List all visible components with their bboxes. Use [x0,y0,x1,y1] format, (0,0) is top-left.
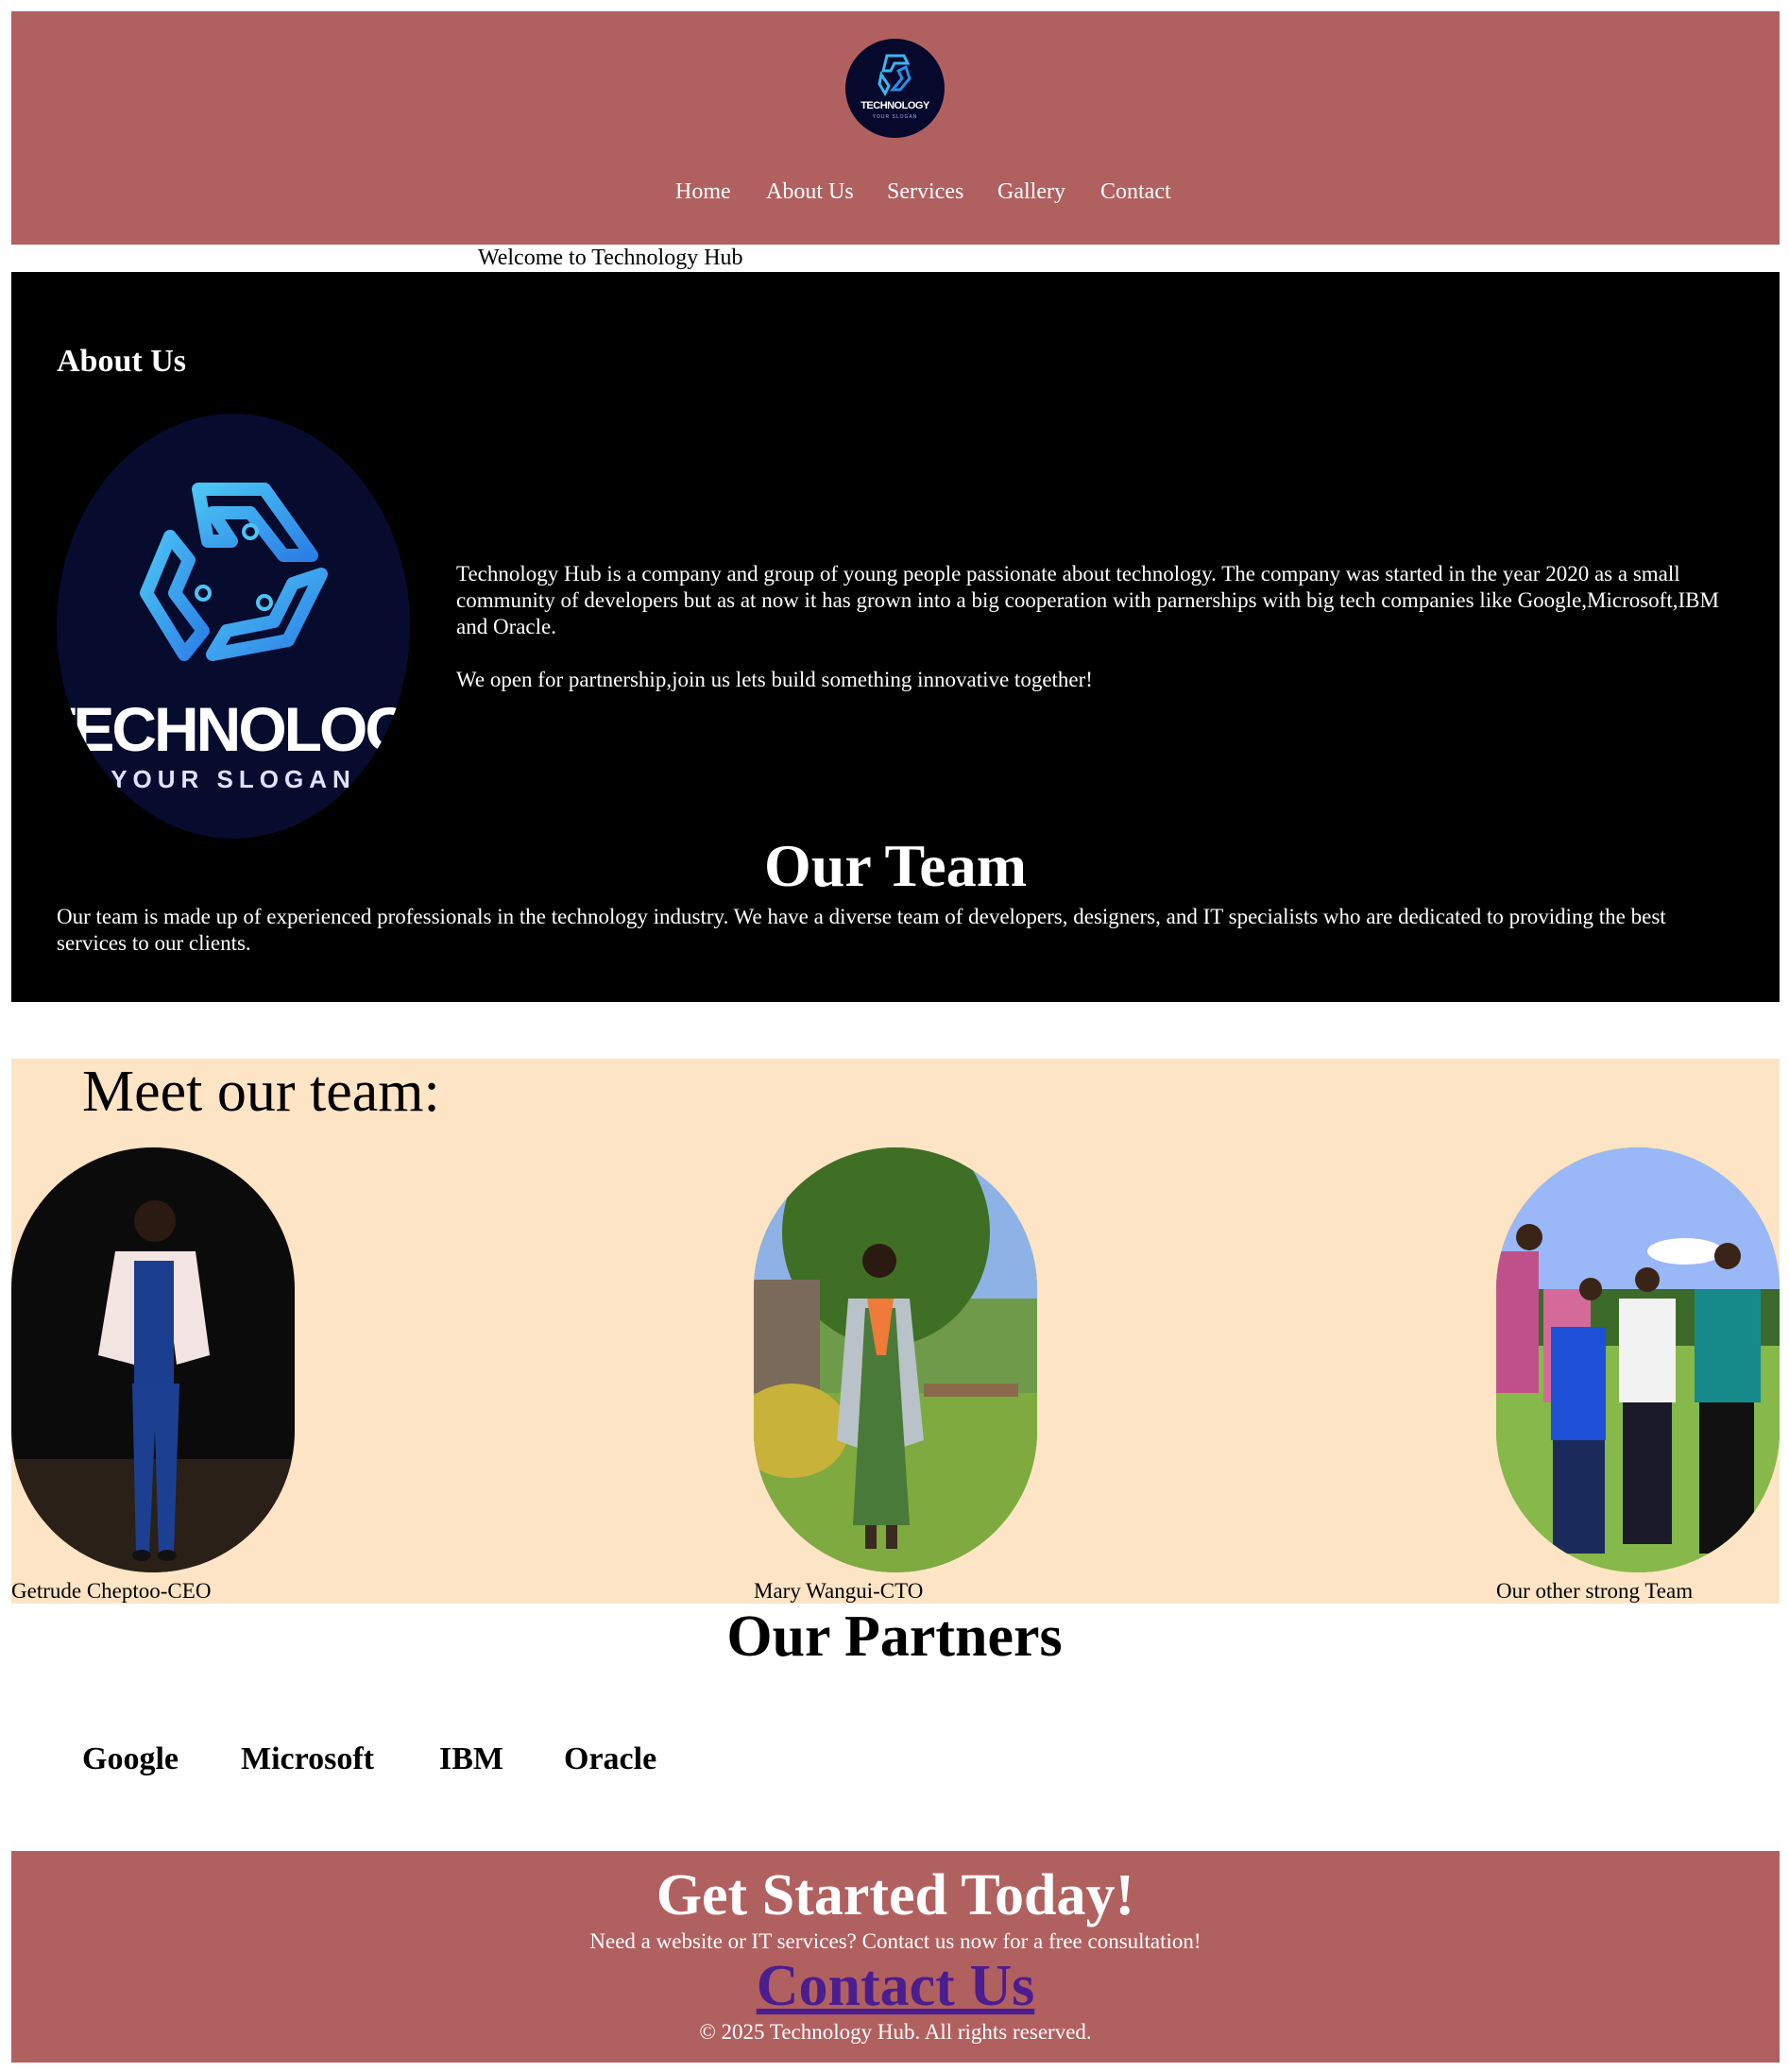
cta-text: Need a website or IT services? Contact u… [589,1929,1201,1953]
logo-brand-text: TECHNOLOGY [860,100,929,111]
team-member-caption: Getrude Cheptoo-CEO [11,1579,212,1603]
copyright-text: © 2025 Technology Hub. All rights reserv… [699,2020,1092,2044]
team-member-caption: Mary Wangui-CTO [754,1579,924,1603]
logo-slogan-text: YOUR SLOGAN [872,114,918,120]
our-team-paragraph: Our team is made up of experienced profe… [57,905,1666,955]
cta-title: Get Started Today! [656,1863,1135,1928]
nav-services[interactable]: Services [887,179,963,205]
nav-home[interactable]: Home [675,179,731,205]
main-nav: Home About Us Services Gallery Contact [11,179,1780,213]
logo-slogan-text: YOUR SLOGAN [111,765,356,793]
meet-team-section: Meet our team: Getrude Cheptoo-CEO Mary … [11,1059,1780,1604]
logo[interactable]: TECHNOLOGY YOUR SLOGAN [845,39,945,138]
technology-logo-icon [877,54,912,97]
team-member-card: Getrude Cheptoo-CEO [11,1147,295,1605]
team-member-card: Our other strong Team [1496,1147,1780,1605]
partners-title: Our Partners [726,1605,1063,1669]
team-member-card: Mary Wangui-CTO [754,1147,1037,1605]
meet-team-title: Meet our team: [82,1060,440,1124]
our-team-title: Our Team [764,832,1027,899]
cta-footer: Get Started Today! Need a website or IT … [11,1851,1780,2063]
nav-gallery[interactable]: Gallery [997,179,1065,205]
team-member-photo [1496,1147,1780,1572]
technology-logo-icon [140,483,328,661]
site-header: TECHNOLOGY YOUR SLOGAN Home About Us Ser… [11,11,1780,245]
about-title: About Us [57,344,186,379]
logo-brand-text: TECHNOLOGY [57,694,410,764]
partner-microsoft: Microsoft [241,1741,374,1776]
contact-us-link[interactable]: Contact Us [757,1954,1034,2018]
nav-contact[interactable]: Contact [1100,179,1171,205]
about-section: About Us TECHNOLOGY YOUR SLOGAN Technolo… [11,272,1780,1002]
about-logo-image: TECHNOLOGY YOUR SLOGAN [57,414,410,839]
partner-google: Google [82,1741,179,1776]
welcome-text: Welcome to Technology Hub [478,246,743,270]
about-paragraph: Technology Hub is a company and group of… [456,562,1719,638]
partner-ibm: IBM [439,1741,503,1776]
team-member-photo [11,1147,295,1572]
about-partnership-paragraph: We open for partnership,join us lets bui… [456,668,1093,691]
team-member-caption: Our other strong Team [1496,1579,1694,1603]
team-member-photo [754,1147,1037,1572]
partner-oracle: Oracle [564,1741,657,1776]
nav-about-us[interactable]: About Us [766,179,854,205]
